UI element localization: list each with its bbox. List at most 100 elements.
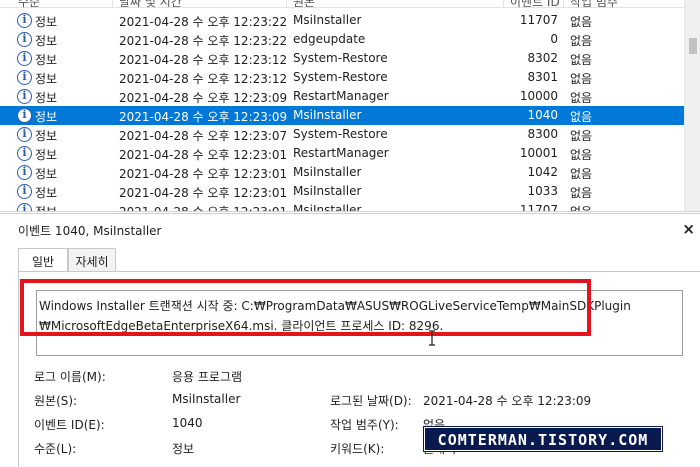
info-icon: i [17, 89, 32, 104]
info-icon: i [17, 70, 32, 85]
row-source: edgeupdate [293, 32, 366, 46]
row-category: 없음 [570, 15, 593, 29]
row-event-id: 11707 [519, 203, 558, 212]
tab-general[interactable]: 일반 [18, 248, 68, 273]
row-datetime: 2021-04-28 수 오후 12:23:12 [119, 72, 288, 86]
info-icon: i [17, 127, 32, 142]
column-divider[interactable] [112, 0, 113, 8]
table-row[interactable]: i 정보 2021-04-28 수 오후 12:23:12 System-Restor… [0, 68, 684, 87]
row-event-id: 8302 [527, 51, 558, 65]
row-source: RestartManager [293, 89, 389, 103]
column-divider[interactable] [563, 0, 564, 8]
row-category: 없음 [570, 148, 593, 162]
table-row[interactable]: i 정보 2021-04-28 수 오후 12:23:01 RestartManage… [0, 144, 684, 163]
table-row[interactable]: i 정보 2021-04-28 수 오후 12:23:12 System-Restor… [0, 49, 684, 68]
text-cursor-icon [429, 330, 435, 346]
vertical-scrollbar[interactable] [684, 0, 700, 211]
row-level: 정보 [35, 110, 58, 124]
tab-details[interactable]: 자세히 [68, 248, 116, 272]
row-level: 정보 [35, 205, 58, 212]
event-id-value: 1040 [172, 416, 203, 430]
table-row[interactable]: i 정보 2021-04-28 수 오후 12:23:01 MsiInstaller 1… [0, 201, 684, 212]
watermark-banner: COMTERMAN.TISTORY.COM [424, 427, 662, 451]
row-level: 정보 [35, 53, 58, 67]
info-icon: i [17, 203, 32, 211]
info-icon: i [17, 146, 32, 161]
row-event-id: 10000 [519, 89, 558, 103]
column-divider[interactable] [286, 0, 287, 8]
event-list-header: 수준 날짜 및 시간 원본 이벤트 ID 작업 범주 [0, 0, 684, 10]
row-event-id: 11707 [519, 13, 558, 27]
row-category: 없음 [570, 129, 593, 143]
row-category: 없음 [570, 110, 593, 124]
row-datetime: 2021-04-28 수 오후 12:23:01 [119, 186, 288, 200]
column-header-datetime[interactable]: 날짜 및 시간 [119, 0, 182, 10]
info-icon: i [17, 165, 32, 180]
row-event-id: 1033 [527, 184, 558, 198]
table-row[interactable]: i 정보 2021-04-28 수 오후 12:23:01 MsiInstaller 1… [0, 182, 684, 201]
table-row[interactable]: i 정보 2021-04-28 수 오후 12:23:07 System-Restor… [0, 125, 684, 144]
row-event-id: 0 [550, 32, 558, 46]
keywords-label: 키워드(K): [330, 442, 385, 456]
column-header-level[interactable]: 수준 [18, 0, 40, 10]
row-category: 없음 [570, 91, 593, 105]
row-level: 정보 [35, 148, 58, 162]
logged-date-value: 2021-04-28 수 오후 12:23:09 [423, 394, 592, 408]
scrollbar-thumb[interactable] [689, 38, 697, 54]
row-level: 정보 [35, 186, 58, 200]
info-icon: i [17, 184, 32, 199]
row-level: 정보 [35, 167, 58, 181]
logged-date-label: 로그된 날짜(D): [330, 394, 412, 408]
log-name-label: 로그 이름(M): [34, 370, 106, 384]
row-source: MsiInstaller [293, 203, 362, 212]
table-row[interactable]: i 정보 2021-04-28 수 오후 12:23:09 MsiInstaller 1… [0, 106, 684, 125]
column-header-category[interactable]: 작업 범주 [570, 0, 618, 10]
row-datetime: 2021-04-28 수 오후 12:23:09 [119, 110, 288, 124]
row-level: 정보 [35, 129, 58, 143]
row-datetime: 2021-04-28 수 오후 12:23:12 [119, 53, 288, 67]
close-icon[interactable]: × [682, 220, 695, 238]
row-datetime: 2021-04-28 수 오후 12:23:09 [119, 91, 288, 105]
row-category: 없음 [570, 167, 593, 181]
row-category: 없음 [570, 186, 593, 200]
event-list[interactable]: 수준 날짜 및 시간 원본 이벤트 ID 작업 범주 i 정보 2021-04-28… [0, 0, 700, 212]
row-category: 없음 [570, 205, 593, 212]
row-category: 없음 [570, 72, 593, 86]
info-icon: i [17, 51, 32, 66]
row-datetime: 2021-04-28 수 오후 12:23:01 [119, 205, 288, 212]
row-datetime: 2021-04-28 수 오후 12:23:22 [119, 34, 288, 48]
column-header-event-id[interactable]: 이벤트 ID [510, 0, 560, 10]
row-event-id: 1040 [527, 108, 558, 122]
column-divider[interactable] [503, 0, 504, 8]
row-source: MsiInstaller [293, 184, 362, 198]
info-icon: i [17, 13, 32, 28]
row-source: System-Restore [293, 127, 388, 141]
row-category: 없음 [570, 34, 593, 48]
task-category-label: 작업 범주(Y): [330, 418, 399, 432]
row-source: MsiInstaller [293, 165, 362, 179]
log-name-value: 응용 프로그램 [172, 370, 243, 384]
row-event-id: 8301 [527, 70, 558, 84]
row-level: 정보 [35, 72, 58, 86]
table-row[interactable]: i 정보 2021-04-28 수 오후 12:23:22 MsiInstaller 1… [0, 11, 684, 30]
source-label: 원본(S): [34, 394, 78, 408]
row-category: 없음 [570, 53, 593, 67]
row-source: MsiInstaller [293, 13, 362, 27]
row-level: 정보 [35, 15, 58, 29]
table-row[interactable]: i 정보 2021-04-28 수 오후 12:23:01 MsiInstaller 1… [0, 163, 684, 182]
info-icon: i [17, 108, 32, 123]
row-level: 정보 [35, 34, 58, 48]
row-source: RestartManager [293, 146, 389, 160]
row-event-id: 1042 [527, 165, 558, 179]
row-datetime: 2021-04-28 수 오후 12:23:22 [119, 15, 288, 29]
table-row[interactable]: i 정보 2021-04-28 수 오후 12:23:22 edgeupdate 0 없음 [0, 30, 684, 49]
column-header-source[interactable]: 원본 [293, 0, 315, 10]
detail-title: 이벤트 1040, MsiInstaller [18, 224, 162, 238]
table-row[interactable]: i 정보 2021-04-28 수 오후 12:23:09 RestartManage… [0, 87, 684, 106]
event-id-label: 이벤트 ID(E): [34, 418, 105, 432]
level-value: 정보 [172, 442, 195, 456]
row-datetime: 2021-04-28 수 오후 12:23:01 [119, 167, 288, 181]
row-source: MsiInstaller [293, 108, 362, 122]
level-label: 수준(L): [34, 442, 77, 456]
row-source: System-Restore [293, 51, 388, 65]
